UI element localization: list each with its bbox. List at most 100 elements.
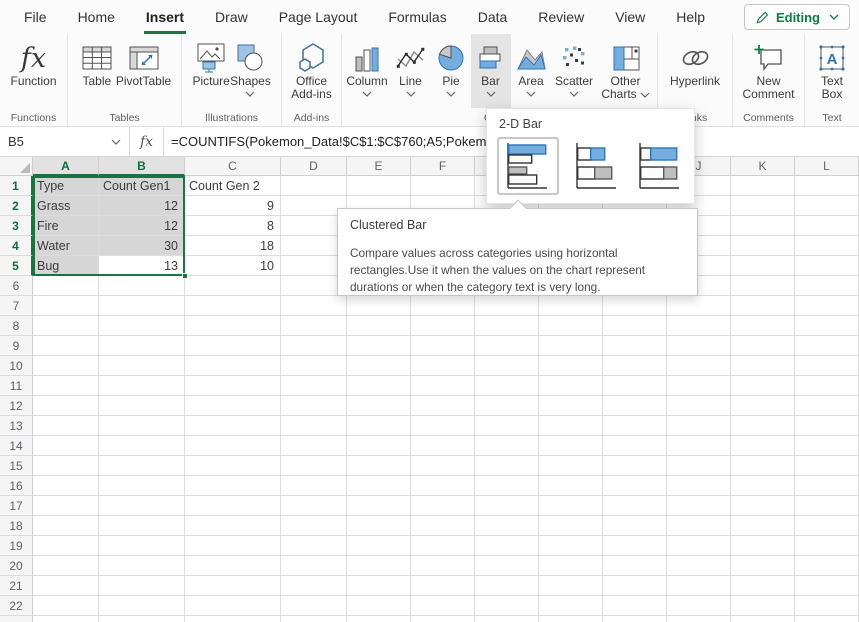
cell-I9[interactable] xyxy=(603,336,667,356)
cell-D13[interactable] xyxy=(281,416,347,436)
cell-I23[interactable] xyxy=(603,616,667,622)
cell-H22[interactable] xyxy=(539,596,603,616)
cell-J9[interactable] xyxy=(667,336,731,356)
cell-G14[interactable] xyxy=(475,436,539,456)
shapes-button[interactable]: Shapes xyxy=(230,34,271,108)
cell-K2[interactable] xyxy=(731,196,795,216)
tab-draw[interactable]: Draw xyxy=(213,0,250,34)
cell-D12[interactable] xyxy=(281,396,347,416)
cell-F22[interactable] xyxy=(411,596,475,616)
cell-H10[interactable] xyxy=(539,356,603,376)
cell-B11[interactable] xyxy=(99,376,185,396)
cell-C21[interactable] xyxy=(185,576,281,596)
cell-B20[interactable] xyxy=(99,556,185,576)
cell-E8[interactable] xyxy=(347,316,411,336)
cell-C13[interactable] xyxy=(185,416,281,436)
cell-A5[interactable]: Bug xyxy=(33,256,99,276)
clustered-bar-option[interactable] xyxy=(497,137,559,195)
row-header-23[interactable] xyxy=(0,616,33,622)
cell-J19[interactable] xyxy=(667,536,731,556)
tab-insert[interactable]: Insert xyxy=(144,0,186,34)
cell-A6[interactable] xyxy=(33,276,99,296)
cell-K20[interactable] xyxy=(731,556,795,576)
column-header-L[interactable]: L xyxy=(795,157,859,176)
cell-B14[interactable] xyxy=(99,436,185,456)
cell-D21[interactable] xyxy=(281,576,347,596)
cell-L15[interactable] xyxy=(795,456,859,476)
cell-B13[interactable] xyxy=(99,416,185,436)
cell-E13[interactable] xyxy=(347,416,411,436)
cell-C7[interactable] xyxy=(185,296,281,316)
cell-L11[interactable] xyxy=(795,376,859,396)
cell-C6[interactable] xyxy=(185,276,281,296)
cell-D7[interactable] xyxy=(281,296,347,316)
cell-C1[interactable]: Count Gen 2 xyxy=(185,176,281,196)
tab-formulas[interactable]: Formulas xyxy=(386,0,448,34)
cell-I11[interactable] xyxy=(603,376,667,396)
cell-K5[interactable] xyxy=(731,256,795,276)
cell-E23[interactable] xyxy=(347,616,411,622)
cell-B22[interactable] xyxy=(99,596,185,616)
cell-G8[interactable] xyxy=(475,316,539,336)
cell-F15[interactable] xyxy=(411,456,475,476)
cell-D19[interactable] xyxy=(281,536,347,556)
cell-B5[interactable]: 13 xyxy=(99,256,185,276)
cell-J16[interactable] xyxy=(667,476,731,496)
cell-H9[interactable] xyxy=(539,336,603,356)
cell-A9[interactable] xyxy=(33,336,99,356)
column-header-A[interactable]: A xyxy=(33,157,99,176)
cell-K15[interactable] xyxy=(731,456,795,476)
cell-C4[interactable]: 18 xyxy=(185,236,281,256)
column-header-E[interactable]: E xyxy=(347,157,411,176)
cell-J17[interactable] xyxy=(667,496,731,516)
cell-K11[interactable] xyxy=(731,376,795,396)
cell-F8[interactable] xyxy=(411,316,475,336)
cell-B16[interactable] xyxy=(99,476,185,496)
select-all-corner[interactable] xyxy=(0,157,33,176)
cell-F17[interactable] xyxy=(411,496,475,516)
cell-A12[interactable] xyxy=(33,396,99,416)
cell-A20[interactable] xyxy=(33,556,99,576)
tab-page-layout[interactable]: Page Layout xyxy=(277,0,360,34)
cell-L19[interactable] xyxy=(795,536,859,556)
tab-home[interactable]: Home xyxy=(76,0,117,34)
office-addins-button[interactable]: Office Add-ins xyxy=(291,34,332,108)
cell-F21[interactable] xyxy=(411,576,475,596)
cell-H15[interactable] xyxy=(539,456,603,476)
row-header-5[interactable]: 5 xyxy=(0,256,33,276)
scatter-chart-button[interactable]: Scatter xyxy=(552,34,597,108)
cell-D8[interactable] xyxy=(281,316,347,336)
row-header-21[interactable]: 21 xyxy=(0,576,33,596)
cell-F18[interactable] xyxy=(411,516,475,536)
row-header-9[interactable]: 9 xyxy=(0,336,33,356)
cell-K21[interactable] xyxy=(731,576,795,596)
cell-A17[interactable] xyxy=(33,496,99,516)
cell-A4[interactable]: Water xyxy=(33,236,99,256)
cell-F23[interactable] xyxy=(411,616,475,622)
cell-C11[interactable] xyxy=(185,376,281,396)
tab-view[interactable]: View xyxy=(613,0,647,34)
cell-H8[interactable] xyxy=(539,316,603,336)
cell-D1[interactable] xyxy=(281,176,347,196)
cell-K3[interactable] xyxy=(731,216,795,236)
cell-H23[interactable] xyxy=(539,616,603,622)
cell-I18[interactable] xyxy=(603,516,667,536)
cell-J15[interactable] xyxy=(667,456,731,476)
cell-A11[interactable] xyxy=(33,376,99,396)
cell-K4[interactable] xyxy=(731,236,795,256)
cell-B1[interactable]: Count Gen1 xyxy=(99,176,185,196)
cell-E20[interactable] xyxy=(347,556,411,576)
column-header-D[interactable]: D xyxy=(281,157,347,176)
cell-A16[interactable] xyxy=(33,476,99,496)
cell-L10[interactable] xyxy=(795,356,859,376)
cell-G20[interactable] xyxy=(475,556,539,576)
cell-G18[interactable] xyxy=(475,516,539,536)
cell-I22[interactable] xyxy=(603,596,667,616)
stacked-bar-option[interactable] xyxy=(572,138,622,194)
cell-H18[interactable] xyxy=(539,516,603,536)
cell-J22[interactable] xyxy=(667,596,731,616)
row-header-19[interactable]: 19 xyxy=(0,536,33,556)
cell-K12[interactable] xyxy=(731,396,795,416)
cell-J18[interactable] xyxy=(667,516,731,536)
cell-K10[interactable] xyxy=(731,356,795,376)
